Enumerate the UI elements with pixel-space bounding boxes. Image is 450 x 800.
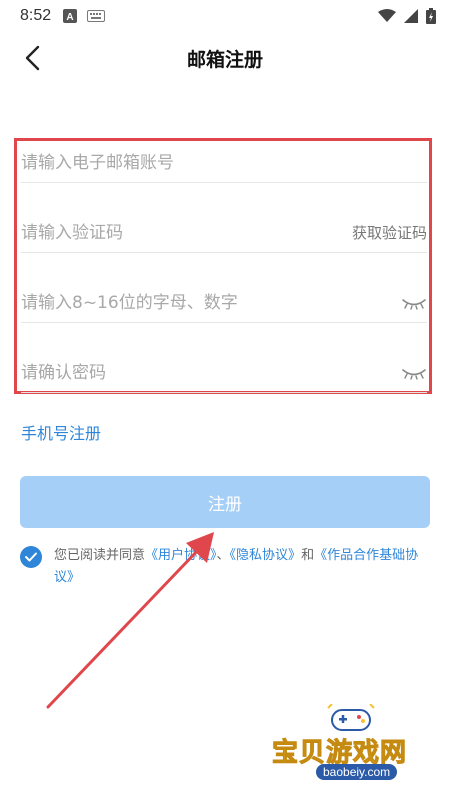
keyboard-icon xyxy=(87,10,106,22)
code-field-row: 获取验证码 xyxy=(21,213,427,253)
confirm-password-input[interactable] xyxy=(21,353,401,392)
status-bar: 8:52 A xyxy=(0,0,450,32)
eye-closed-icon[interactable] xyxy=(401,366,427,380)
eye-closed-icon[interactable] xyxy=(401,296,427,310)
agreement-separator: 、 xyxy=(216,548,230,563)
agreement-and: 和 xyxy=(301,548,315,563)
register-button[interactable]: 注册 xyxy=(20,476,430,528)
watermark-url: baobeiy.com xyxy=(316,764,398,780)
password-input[interactable] xyxy=(21,283,401,322)
nav-bar: 邮箱注册 xyxy=(0,32,450,84)
password-field-row xyxy=(21,283,427,323)
chevron-left-icon xyxy=(25,45,40,71)
status-icons-right xyxy=(378,8,436,24)
phone-register-link[interactable]: 手机号注册 xyxy=(21,420,101,444)
svg-text:A: A xyxy=(67,12,74,23)
battery-icon xyxy=(426,8,436,24)
back-button[interactable] xyxy=(14,40,50,76)
signal-icon xyxy=(404,9,418,23)
confirm-password-field-row xyxy=(21,353,427,393)
status-icons-left: A xyxy=(63,9,106,23)
registration-form: 获取验证码 xyxy=(14,138,432,394)
agreement-text: 您已阅读并同意《用户协议》、《隐私协议》和《作品合作基础协议》 xyxy=(54,545,436,589)
privacy-agreement-link[interactable]: 《隐私协议》 xyxy=(230,548,302,563)
page-title: 邮箱注册 xyxy=(186,48,263,71)
get-code-button[interactable]: 获取验证码 xyxy=(346,222,427,243)
verification-code-input[interactable] xyxy=(21,213,346,252)
agreement-row: 您已阅读并同意《用户协议》、《隐私协议》和《作品合作基础协议》 xyxy=(20,545,440,589)
agreement-checkbox[interactable] xyxy=(20,546,42,568)
watermark-logo: 宝贝游戏网 baobeiy.com xyxy=(270,702,430,792)
annotation-arrow xyxy=(46,532,214,709)
wifi-icon xyxy=(378,9,396,22)
a-box-icon: A xyxy=(63,9,78,23)
user-agreement-link[interactable]: 《用户协议》 xyxy=(145,548,217,563)
email-input[interactable] xyxy=(21,143,427,182)
email-field-row xyxy=(21,143,427,183)
status-time: 8:52 xyxy=(20,7,52,24)
checkmark-icon xyxy=(25,552,37,562)
agreement-prefix: 您已阅读并同意 xyxy=(54,548,146,563)
